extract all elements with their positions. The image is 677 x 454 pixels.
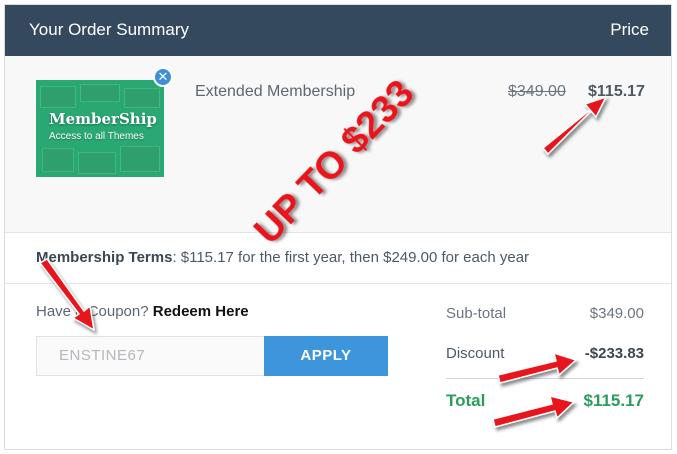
subtotal-label: Sub-total	[446, 305, 507, 322]
membership-terms-row: Membership Terms: $115.17 for the first …	[5, 233, 671, 284]
item-name: Extended Membership	[195, 83, 356, 100]
discount-value: -$233.83	[584, 345, 644, 362]
thumbnail-tile	[42, 148, 74, 172]
totals-divider	[446, 378, 644, 379]
coupon-prompt-text: Have a Coupon?	[36, 303, 153, 320]
thumbnail-tile	[124, 88, 160, 108]
subtotal-value: $349.00	[589, 305, 644, 322]
order-item-row: MemberShip Access to all Themes ✕ Extend…	[5, 56, 671, 233]
discount-label: Discount	[446, 345, 505, 362]
price-column-label: Price	[610, 20, 649, 39]
thumbnail-tile	[120, 146, 160, 172]
membership-thumbnail: MemberShip Access to all Themes	[36, 80, 164, 177]
thumbnail-tile	[40, 86, 76, 108]
terms-label: Membership Terms	[36, 249, 173, 266]
thumbnail-tile	[78, 152, 116, 174]
remove-item-close-icon[interactable]: ✕	[153, 67, 173, 87]
coupon-prompt: Have a Coupon? Redeem Here	[36, 303, 249, 320]
order-summary-panel: Your Order Summary Price MemberShip Acce…	[4, 4, 672, 450]
item-new-price: $115.17	[588, 83, 645, 100]
coupon-code-input[interactable]: ENSTINE67	[36, 336, 264, 376]
item-old-price: $349.00	[508, 83, 566, 100]
total-value: $115.17	[583, 391, 644, 410]
terms-text: : $115.17 for the first year, then $249.…	[172, 249, 530, 266]
redeem-here-link[interactable]: Redeem Here	[153, 303, 249, 320]
apply-coupon-button[interactable]: APPLY	[264, 336, 388, 376]
thumbnail-tile	[80, 84, 120, 102]
thumbnail-logo-title: MemberShip	[49, 110, 157, 128]
total-label: Total	[446, 391, 486, 410]
summary-header: Your Order Summary Price	[5, 5, 671, 56]
summary-title: Your Order Summary	[29, 20, 189, 39]
thumbnail-logo-subtitle: Access to all Themes	[49, 131, 144, 142]
